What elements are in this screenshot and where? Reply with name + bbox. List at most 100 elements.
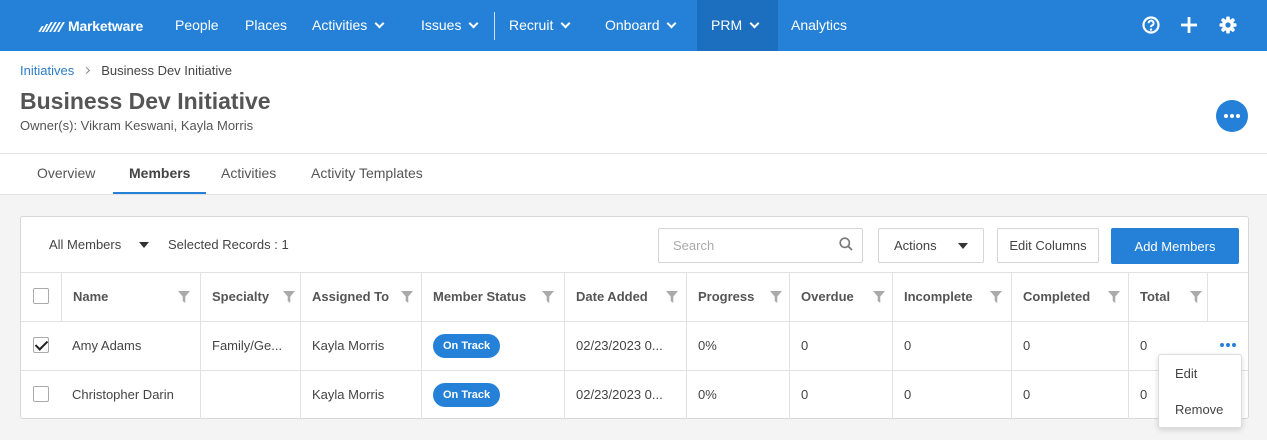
col-header-actions [1207,273,1248,321]
members-card: All Members Selected Records : 1 Actions… [20,216,1249,419]
col-header-completed[interactable]: Completed [1011,273,1128,321]
cell-name[interactable]: Christopher Darin [61,371,200,419]
more-dot [1230,114,1234,118]
add-members-button[interactable]: Add Members [1111,228,1239,264]
col-header-assigned-to[interactable]: Assigned To [300,273,421,321]
cell-assigned-to: Kayla Morris [300,322,421,370]
selected-records-count: Selected Records : 1 [168,237,289,252]
chevron-down-icon [560,18,571,29]
select-all-cell [21,273,61,321]
marketware-logo[interactable]: Marketware [36,17,143,35]
row-more-button[interactable] [1220,343,1236,347]
cell-specialty: Family/Ge... [200,322,300,370]
menu-item-remove[interactable]: Remove [1175,402,1223,417]
cell-incomplete: 0 [892,371,1011,419]
col-header-progress[interactable]: Progress [686,273,789,321]
filter-icon[interactable] [1190,291,1202,303]
cell-completed: 0 [1011,371,1128,419]
cell-member-status: On Track [421,322,564,370]
select-all-checkbox[interactable] [33,288,49,304]
breadcrumb-initiatives-link[interactable]: Initiatives [20,63,74,78]
cell-overdue: 0 [789,322,892,370]
page-title: Business Dev Initiative [20,88,271,114]
filter-icon[interactable] [401,291,413,303]
cell-progress: 0% [686,322,789,370]
row-checkbox[interactable] [33,337,49,353]
nav-activities[interactable]: Activities [298,0,397,51]
col-header-date-added[interactable]: Date Added [564,273,686,321]
filter-icon[interactable] [542,291,554,303]
status-badge: On Track [433,382,501,407]
app-name: Marketware [68,18,144,34]
filter-icon[interactable] [990,291,1002,303]
filter-icon[interactable] [178,291,190,303]
search-input[interactable] [658,228,863,263]
chevron-down-icon [667,18,677,29]
help-icon[interactable] [1141,14,1161,36]
table-row[interactable]: Christopher Darin Kayla Morris On Track … [21,370,1248,419]
row-checkbox[interactable] [33,386,49,402]
caret-down-icon [957,242,968,249]
page-header: Initiatives Business Dev Initiative Busi… [0,51,1267,154]
nav-places[interactable]: Places [231,0,301,51]
tab-activities[interactable]: Activities [205,154,292,194]
actions-dropdown[interactable]: Actions [878,228,984,263]
cell-assigned-to: Kayla Morris [300,371,421,419]
breadcrumb-current: Business Dev Initiative [101,63,232,78]
tab-members[interactable]: Members [113,154,207,194]
col-header-incomplete[interactable]: Incomplete [892,273,1011,321]
row-select-cell [21,371,61,419]
cell-member-status: On Track [421,371,564,419]
members-filter-dropdown[interactable]: All Members [49,237,150,252]
chevron-down-icon [374,18,385,29]
more-dot [1232,343,1236,347]
cell-overdue: 0 [789,371,892,419]
gear-icon[interactable] [1218,14,1238,36]
col-header-specialty[interactable]: Specialty [200,273,300,321]
filter-icon[interactable] [770,291,782,303]
page-more-button[interactable] [1216,100,1248,132]
logo-mark-icon [36,20,68,32]
more-dot [1226,343,1230,347]
search-icon[interactable] [839,237,853,251]
more-dot [1236,114,1240,118]
tab-activity-templates[interactable]: Activity Templates [295,154,439,194]
cell-name[interactable]: Amy Adams [61,322,200,370]
cell-progress: 0% [686,371,789,419]
row-actions-menu: Edit Remove [1158,354,1242,428]
cell-date-added: 02/23/2023 0... [564,371,686,419]
chevron-right-icon [83,66,91,75]
nav-recruit[interactable]: Recruit [495,0,583,51]
tab-bar: Overview Members Activities Activity Tem… [0,154,1267,195]
menu-item-edit[interactable]: Edit [1175,366,1197,381]
row-select-cell [21,322,61,370]
table-row[interactable]: Amy Adams Family/Ge... Kayla Morris On T… [21,321,1248,370]
cell-date-added: 02/23/2023 0... [564,322,686,370]
nav-people[interactable]: People [161,0,233,51]
filter-icon[interactable] [1108,291,1120,303]
nav-analytics[interactable]: Analytics [777,0,861,51]
chevron-down-icon [469,18,479,29]
top-nav: Marketware People Places Activities Issu… [0,0,1267,51]
filter-icon[interactable] [283,291,295,303]
tab-overview[interactable]: Overview [21,154,111,194]
nav-onboard[interactable]: Onboard [591,0,689,51]
cell-incomplete: 0 [892,322,1011,370]
col-header-name[interactable]: Name [61,273,200,321]
filter-icon[interactable] [873,291,885,303]
owners-text: Owner(s): Vikram Keswani, Kayla Morris [20,118,254,133]
nav-issues[interactable]: Issues [407,0,491,51]
more-dot [1220,343,1224,347]
col-header-total[interactable]: Total [1128,273,1207,321]
more-dot [1224,114,1228,118]
plus-icon[interactable] [1179,14,1199,36]
filter-icon[interactable] [666,291,678,303]
edit-columns-button[interactable]: Edit Columns [997,228,1099,263]
col-header-member-status[interactable]: Member Status [421,273,564,321]
breadcrumb: Initiatives Business Dev Initiative [20,63,232,78]
caret-down-icon [139,241,150,248]
col-header-overdue[interactable]: Overdue [789,273,892,321]
cell-completed: 0 [1011,322,1128,370]
nav-prm[interactable]: PRM [697,0,778,51]
table-header: Name Specialty Assigned To Member Status… [21,272,1248,321]
